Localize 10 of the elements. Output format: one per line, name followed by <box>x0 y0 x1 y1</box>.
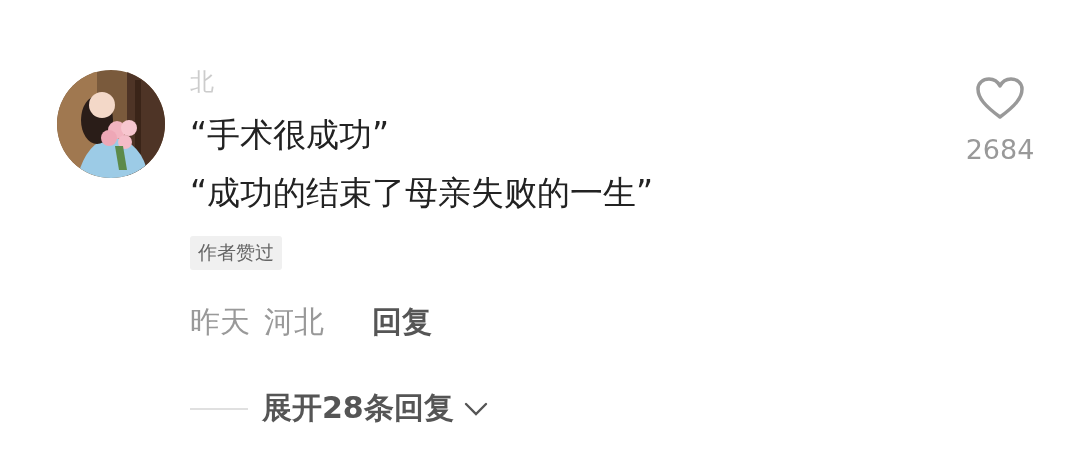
expand-replies-button[interactable]: 展开28条回复 <box>262 388 488 429</box>
like-count: 2684 <box>965 134 1035 165</box>
comment-time: 昨天 <box>190 303 250 341</box>
comment-text: “成功的结束了母亲失败的一生” <box>190 172 654 214</box>
reply-button[interactable]: 回复 <box>372 302 432 342</box>
comment-location: 河北 <box>264 303 324 341</box>
comment-text: “手术很成功” <box>190 114 391 156</box>
heart-icon[interactable] <box>975 76 1025 120</box>
author-liked-badge: 作者赞过 <box>190 236 282 270</box>
chevron-down-icon <box>463 401 488 416</box>
